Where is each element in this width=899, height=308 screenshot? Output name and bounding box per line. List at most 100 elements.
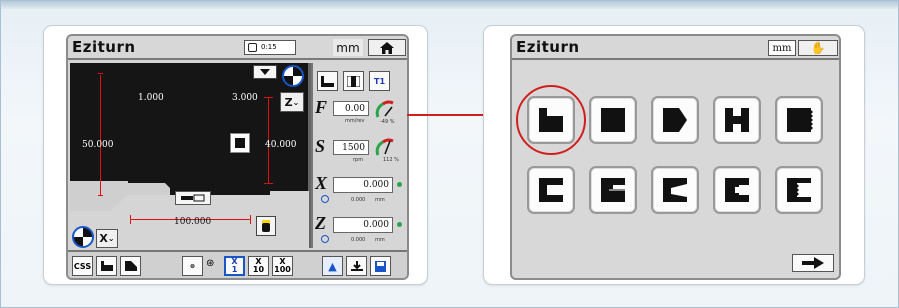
table-icon — [347, 75, 360, 87]
title-bar-right: Eziturn mm ✋ — [512, 36, 839, 60]
tool-button[interactable] — [175, 191, 211, 205]
feed-input[interactable]: 0.00 — [333, 101, 369, 116]
feed-label: F — [315, 97, 328, 117]
cnc-screen: Eziturn 0:15 mm 1.000 3.000 50.000 40.00… — [66, 34, 409, 280]
speed-gauge-percent: 112 % — [383, 157, 399, 163]
align-icon — [350, 261, 363, 271]
save-button[interactable] — [370, 256, 391, 276]
align-button[interactable] — [346, 256, 367, 276]
hand-icon: ✋ — [810, 41, 826, 55]
title-bar: Eziturn 0:15 mm — [68, 36, 407, 60]
speed-input[interactable]: 1500 — [333, 140, 369, 155]
bottom-toolbar: CSS ⊜ ⊛ X1 X 10 X 100 ▲ — [68, 250, 407, 278]
tool-table-button[interactable] — [343, 71, 364, 91]
brand-logo: Eziturn — [72, 38, 136, 56]
shape-bore-thread-button[interactable] — [775, 166, 823, 214]
groove-shape-icon — [725, 108, 749, 132]
x-axis-button[interactable]: X ⌄ — [96, 229, 118, 248]
tool-turret-button[interactable] — [317, 71, 338, 91]
chevron-down-icon — [260, 69, 270, 75]
step-x1-button[interactable]: X1 — [224, 256, 245, 276]
turret-icon — [321, 75, 334, 87]
z-axis-button[interactable]: Z ⌄ — [280, 92, 304, 112]
speed-gauge-icon[interactable] — [375, 137, 397, 157]
brand-logo-right: Eziturn — [516, 38, 580, 56]
shape-bore-taper-button[interactable] — [651, 166, 699, 214]
x-axis-label: X — [315, 173, 328, 193]
x-status-dot — [397, 182, 402, 187]
x-sub-value: 0.000 — [351, 197, 366, 203]
square-icon — [235, 138, 245, 148]
profile-select-button[interactable] — [230, 133, 250, 153]
shape-thread-button[interactable] — [775, 96, 823, 144]
control-column: T1 F 0.00 mm/rev -49 % S 1500 rpm 112 % … — [311, 63, 407, 248]
right-panel: Eziturn mm ✋ — [483, 25, 865, 285]
z-axis-label: Z — [315, 213, 326, 233]
bore-thread-shape-icon — [787, 178, 811, 202]
step-x100-button[interactable]: X 100 — [272, 256, 293, 276]
bore-groove-shape-icon — [725, 178, 749, 202]
unit-label: mm — [333, 39, 363, 56]
timer-icon — [248, 43, 257, 52]
step-x10-button[interactable]: X 10 — [248, 256, 269, 276]
shape-taper-button[interactable] — [651, 96, 699, 144]
shape-bore-button[interactable] — [527, 166, 575, 214]
step-icon — [100, 261, 113, 271]
z-sub-value: 0.000 — [351, 237, 366, 243]
bore-shape-icon — [539, 178, 563, 202]
x-sub-unit: mm — [375, 197, 385, 203]
bell-icon: ▲ — [328, 259, 337, 273]
dim-top-right: 3.000 — [232, 93, 258, 103]
origin-bottom-icon[interactable] — [72, 226, 94, 248]
taper-shape-icon — [663, 108, 687, 132]
bore-taper-shape-icon — [663, 178, 687, 202]
feed-gauge-percent: -49 % — [380, 119, 395, 125]
spindle-icon: ⊜ — [189, 262, 196, 270]
thread-shape-icon — [787, 108, 813, 132]
z-sub-unit: mm — [375, 237, 385, 243]
z-position-input[interactable]: 0.000 — [333, 217, 393, 233]
origin-top-icon[interactable] — [282, 65, 304, 87]
bore-step-shape-icon — [601, 178, 625, 202]
profile-taper-button[interactable] — [120, 256, 141, 276]
home-icon — [380, 41, 394, 54]
x-target-icon — [321, 195, 329, 203]
dim-top-left: 1.000 — [138, 93, 164, 103]
shape-bore-step-button[interactable] — [589, 166, 637, 214]
tool-holder-icon — [181, 194, 205, 202]
shape-groove-button[interactable] — [713, 96, 761, 144]
taper-icon — [124, 261, 137, 271]
coolant-icon — [262, 220, 270, 232]
dim-left-height: 50.000 — [82, 140, 114, 150]
profile-step-button[interactable] — [96, 256, 117, 276]
selection-highlight-circle — [516, 85, 586, 155]
handwheel-icon[interactable]: ⊛ — [206, 258, 214, 269]
bell-button[interactable]: ▲ — [322, 256, 343, 276]
x-position-input[interactable]: 0.000 — [333, 177, 393, 193]
arrow-right-icon — [802, 257, 824, 269]
shape-bore-groove-button[interactable] — [713, 166, 761, 214]
feed-unit: mm/rev — [345, 118, 365, 124]
left-panel: Eziturn 0:15 mm 1.000 3.000 50.000 40.00… — [43, 25, 428, 285]
timer-display: 0:15 — [244, 40, 296, 55]
z-target-icon — [321, 235, 329, 243]
shape-select-screen: Eziturn mm ✋ — [510, 34, 841, 280]
unit-label-right: mm — [768, 40, 796, 56]
face-shape-icon — [601, 108, 625, 132]
coolant-button[interactable] — [256, 216, 276, 236]
dim-right-height: 40.000 — [265, 140, 297, 150]
css-button[interactable]: CSS — [72, 256, 93, 276]
feed-gauge-icon[interactable] — [375, 99, 397, 119]
save-icon — [375, 260, 386, 272]
speed-label: S — [315, 136, 326, 156]
shape-face-button[interactable] — [589, 96, 637, 144]
home-button[interactable] — [368, 39, 406, 56]
view-dropdown[interactable] — [253, 65, 277, 79]
dim-bottom-length: 100.000 — [174, 217, 212, 227]
timer-text: 0:15 — [261, 43, 277, 51]
next-button[interactable] — [792, 254, 834, 272]
spindle-button[interactable]: ⊜ — [182, 256, 203, 276]
hand-button[interactable]: ✋ — [798, 40, 838, 56]
speed-unit: rpm — [353, 157, 364, 163]
tool-t1-button[interactable]: T1 — [369, 71, 390, 91]
